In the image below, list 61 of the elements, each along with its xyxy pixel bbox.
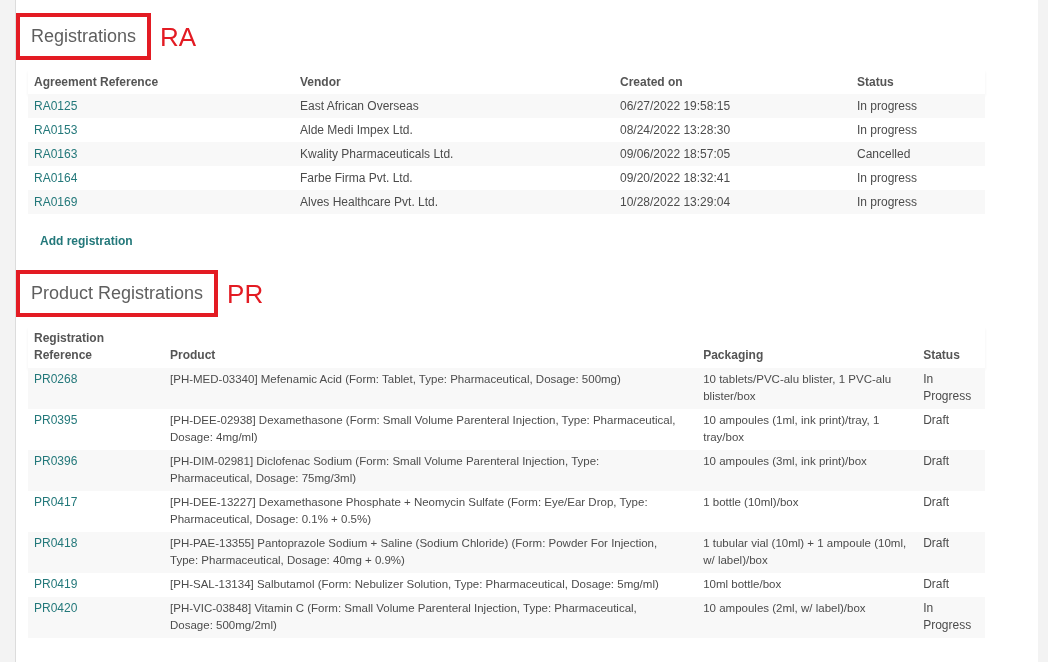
- reference-link[interactable]: PR0395: [34, 413, 78, 427]
- reference-link[interactable]: PR0268: [34, 372, 78, 386]
- reference-link[interactable]: RA0153: [34, 123, 78, 137]
- table-cell: 06/27/2022 19:58:15: [614, 94, 851, 118]
- reference-link[interactable]: RA0125: [34, 99, 78, 113]
- column-header: Packaging: [697, 327, 918, 368]
- table-cell: Alves Healthcare Pvt. Ltd.: [294, 190, 614, 214]
- section-title: Registrations: [16, 13, 152, 60]
- annotation-label: RA: [160, 23, 197, 50]
- column-header: Created on: [614, 70, 851, 94]
- table-cell: [PH-SAL-13134] Salbutamol (Form: Nebulizer Solution, Type: Pharmaceutical, Dosage: 5mg/ml): [164, 573, 698, 597]
- table-cell: 09/20/2022 18:32:41: [614, 166, 851, 190]
- table-cell: 10/28/2022 13:29:04: [614, 190, 851, 214]
- add-registration-link[interactable]: Add registration: [40, 234, 133, 248]
- table-cell: [PH-VIC-03848] Vitamin C (Form: Small Volume Parenteral Injection, Type: Pharmaceutical, Dosage: 500mg/2ml): [164, 597, 698, 638]
- table-cell: [PH-DEE-02938] Dexamethasone (Form: Small Volume Parenteral Injection, Type: Pharmaceutical, Dosage: 4mg/ml): [164, 409, 698, 450]
- column-header: Registration Reference: [28, 327, 164, 368]
- table-cell: [PH-MED-03340] Mefenamic Acid (Form: Tablet, Type: Pharmaceutical, Dosage: 500mg): [164, 368, 698, 409]
- table-cell: In progress: [851, 190, 985, 214]
- table-cell: Farbe Firma Pvt. Ltd.: [294, 166, 614, 190]
- table-cell: 08/24/2022 13:28:30: [614, 118, 851, 142]
- reference-link[interactable]: PR0417: [34, 495, 78, 509]
- table-cell: Draft: [917, 573, 985, 597]
- table-cell: In Progress: [917, 368, 985, 409]
- column-header: Product: [164, 327, 698, 368]
- column-header: Agreement Reference: [28, 70, 294, 94]
- column-header: Status: [851, 70, 985, 94]
- table-cell: In Progress: [917, 597, 985, 638]
- table-cell: Draft: [917, 450, 985, 491]
- table-cell: 10 ampoules (2ml, w/ label)/box: [697, 597, 918, 638]
- table-cell: 10 ampoules (1ml, ink print)/tray, 1 tray/box: [697, 409, 918, 450]
- column-header: Status: [917, 327, 985, 368]
- reference-link[interactable]: PR0396: [34, 454, 78, 468]
- reference-link[interactable]: PR0420: [34, 601, 78, 615]
- table-cell: 10 ampoules (3ml, ink print)/box: [697, 450, 918, 491]
- reference-link[interactable]: RA0169: [34, 195, 78, 209]
- table-cell: 1 tubular vial (10ml) + 1 ampoule (10ml, w/ label)/box: [697, 532, 918, 573]
- reference-link[interactable]: RA0164: [34, 171, 78, 185]
- table-cell: 10ml bottle/box: [697, 573, 918, 597]
- annotation-label: PR: [227, 280, 264, 307]
- table-cell: 10 tablets/PVC-alu blister, 1 PVC-alu blister/box: [697, 368, 918, 409]
- reference-link[interactable]: RA0163: [34, 147, 78, 161]
- table-cell: Kwality Pharmaceuticals Ltd.: [294, 142, 614, 166]
- table-cell: Draft: [917, 532, 985, 573]
- table-cell: 1 bottle (10ml)/box: [697, 491, 918, 532]
- table-cell: Cancelled: [851, 142, 985, 166]
- table-cell: [PH-DEE-13227] Dexamethasone Phosphate + Neomycin Sulfate (Form: Eye/Ear Drop, Type: Pharmaceutical, Dosage: 0.1% + 0.5%): [164, 491, 698, 532]
- section-title: Product Registrations: [16, 270, 219, 317]
- table-cell: In progress: [851, 166, 985, 190]
- table-cell: In progress: [851, 94, 985, 118]
- table-cell: Draft: [917, 491, 985, 532]
- table-cell: 09/06/2022 18:57:05: [614, 142, 851, 166]
- table-cell: Draft: [917, 409, 985, 450]
- column-header: Vendor: [294, 70, 614, 94]
- table-cell: [PH-PAE-13355] Pantoprazole Sodium + Saline (Sodium Chloride) (Form: Powder For Injection, Type: Pharmaceutical, Dosage: 40mg + 0.9%): [164, 532, 698, 573]
- reference-link[interactable]: PR0418: [34, 536, 78, 550]
- table-cell: In progress: [851, 118, 985, 142]
- table-cell: East African Overseas: [294, 94, 614, 118]
- reference-link[interactable]: PR0419: [34, 577, 78, 591]
- table-cell: [PH-DIM-02981] Diclofenac Sodium (Form: Small Volume Parenteral Injection, Type: Pharmaceutical, Dosage: 75mg/3ml): [164, 450, 698, 491]
- table-cell: Alde Medi Impex Ltd.: [294, 118, 614, 142]
